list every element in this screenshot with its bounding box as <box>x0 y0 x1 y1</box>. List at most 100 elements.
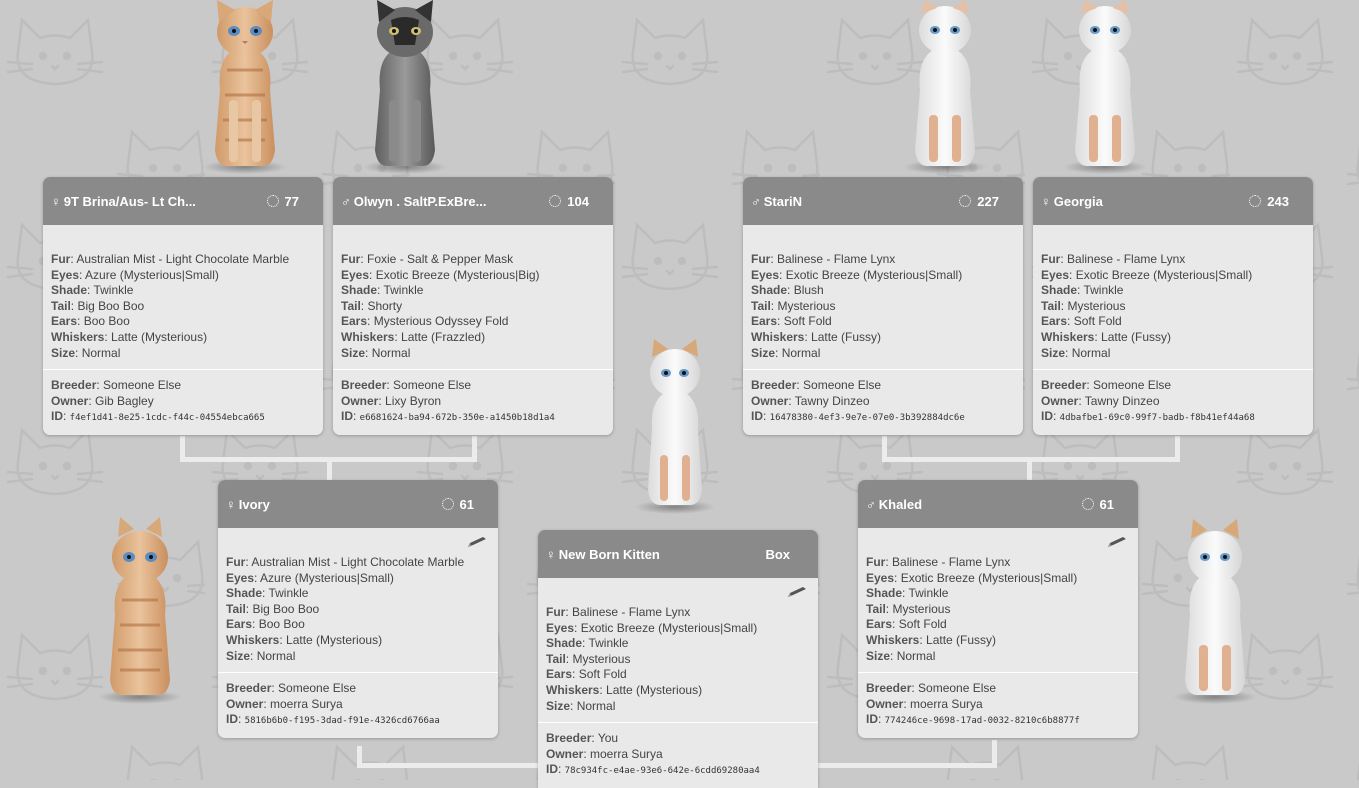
breeder-value: You <box>597 731 619 746</box>
owner-value: moerra Surya <box>270 696 343 711</box>
traits-section: Fur: Balinese - Flame Lynx Eyes: Exotic … <box>751 252 963 360</box>
pencil-icon[interactable] <box>466 536 488 548</box>
size-value: Normal <box>781 345 821 360</box>
kitten-portrait <box>635 339 715 514</box>
owner-value: Lixy Byron <box>385 393 442 408</box>
owner-value: Tawny Dinzeo <box>794 393 870 408</box>
cat-id: 78c934fc-e4ae-93e6-642e-6cdd69280aa4 <box>564 766 760 777</box>
pencil-icon[interactable] <box>1106 536 1128 548</box>
pedigree-card-grandparent[interactable]: ♂ Olwyn . SaltP.ExBre... 104 Fur: Foxie -… <box>333 177 613 435</box>
cat-portrait <box>98 517 182 704</box>
cat-level: 61 <box>459 496 474 512</box>
cat-level: 104 <box>567 193 589 209</box>
ears-value: Soft Fold <box>783 314 832 329</box>
ownership-section: Breeder: Someone Else Owner: Tawny Dinze… <box>1033 369 1313 435</box>
cat-level: 61 <box>1099 496 1114 512</box>
eyes-value: Exotic Breeze (Mysterious|Small) <box>785 267 963 282</box>
ears-value: Mysterious Odyssey Fold <box>373 314 509 329</box>
cat-name[interactable]: Ivory <box>239 497 270 512</box>
traits-section: Fur: Balinese - Flame Lynx Eyes: Exotic … <box>538 578 818 722</box>
fur-value: Balinese - Flame Lynx <box>892 555 1011 569</box>
whiskers-value: Latte (Mysterious) <box>111 329 208 344</box>
pedigree-card-grandparent[interactable]: ♂ StariN 227 Fur: Balinese - Flame Lynx E… <box>743 177 1023 435</box>
traits-section: Fur: Balinese - Flame Lynx Eyes: Exotic … <box>858 528 1138 672</box>
fur-value: Australian Mist - Light Chocolate Marble <box>251 555 465 569</box>
eyes-value: Exotic Breeze (Mysterious|Small) <box>580 620 758 635</box>
shade-value: Twinkle <box>588 636 629 651</box>
ownership-section: Breeder: Someone Else Owner: moerra Sury… <box>218 672 498 738</box>
ears-value: Boo Boo <box>83 314 130 329</box>
breeder-value: Someone Else <box>803 378 882 393</box>
cat-portrait <box>1173 519 1257 704</box>
cat-level: 243 <box>1267 193 1289 209</box>
pedigree-connector <box>1027 457 1032 481</box>
ears-value: Soft Fold <box>578 667 627 682</box>
cat-id: f4ef1d41-8e25-1cdc-f44c-04554ebca665 <box>69 413 265 424</box>
whiskers-value: Latte (Frazzled) <box>401 329 486 344</box>
owner-value: moerra Surya <box>590 746 663 761</box>
card-header: ♀ New Born Kitten Box <box>538 530 818 578</box>
ownership-section: Breeder: Someone Else Owner: Gib Bagley … <box>43 369 323 435</box>
cat-id: e6681624-ba94-672b-350e-a1450b18d1a4 <box>359 413 555 424</box>
cat-name[interactable]: Olwyn . SaltP.ExBre... <box>354 194 487 209</box>
ownership-section: Breeder: Someone Else Owner: Lixy Byron … <box>333 369 613 435</box>
card-header: ♀ Georgia 243 <box>1033 177 1313 225</box>
size-value: Normal <box>81 345 121 360</box>
male-icon: ♂ <box>341 193 351 209</box>
cat-id: 16478380-4ef3-9e7e-07e0-3b392884dc6e <box>769 413 965 424</box>
breeder-value: Someone Else <box>393 378 472 393</box>
cat-name[interactable]: StariN <box>764 194 802 209</box>
whiskers-value: Latte (Mysterious) <box>286 632 383 647</box>
owner-value: moerra Surya <box>910 696 983 711</box>
traits-section: Fur: Balinese - Flame Lynx Eyes: Exotic … <box>1041 252 1253 360</box>
pedigree-card-grandparent[interactable]: ♀ Georgia 243 Fur: Balinese - Flame Lynx … <box>1033 177 1313 435</box>
cat-portrait <box>363 0 447 174</box>
breeder-value: Someone Else <box>278 681 357 696</box>
cat-name[interactable]: New Born Kitten <box>559 547 660 562</box>
size-value: Normal <box>576 698 616 713</box>
eyes-value: Azure (Mysterious|Small) <box>85 267 219 282</box>
size-value: Normal <box>896 648 936 663</box>
card-header: ♂ StariN 227 <box>743 177 1023 225</box>
loading-spinner-icon <box>1249 195 1262 207</box>
cat-name[interactable]: 9T Brina/Aus- Lt Ch... <box>64 194 196 209</box>
pencil-icon[interactable] <box>786 586 808 598</box>
traits-section: Fur: Australian Mist - Light Chocolate M… <box>218 528 498 672</box>
cat-id: 5816b6b0-f195-3dad-f91e-4326cd6766aa <box>244 716 440 727</box>
pedigree-card-kitten[interactable]: ♀ New Born Kitten Box Fur: Balinese - Fla… <box>538 530 818 788</box>
tail-value: Shorty <box>367 298 403 313</box>
card-header: ♀ 9T Brina/Aus- Lt Ch... 77 <box>43 177 323 225</box>
cat-portrait <box>1063 0 1147 174</box>
ownership-section: Breeder: Someone Else Owner: moerra Sury… <box>858 672 1138 738</box>
pedigree-card-parent[interactable]: ♀ Ivory 61 Fur: Australian Mist - Light C… <box>218 480 498 738</box>
tail-value: Mysterious <box>777 298 836 313</box>
kitten-status: Box <box>765 546 790 562</box>
tail-value: Mysterious <box>1067 298 1126 313</box>
tail-value: Big Boo Boo <box>77 298 145 313</box>
loading-spinner-icon <box>266 195 279 207</box>
card-header: ♂ Olwyn . SaltP.ExBre... 104 <box>333 177 613 225</box>
whiskers-value: Latte (Fussy) <box>811 329 882 344</box>
fur-value: Australian Mist - Light Chocolate Marble <box>76 252 290 266</box>
cat-name[interactable]: Khaled <box>879 497 922 512</box>
loading-spinner-icon <box>549 195 562 207</box>
card-header: ♀ Ivory 61 <box>218 480 498 528</box>
cat-portrait <box>203 0 287 174</box>
fur-value: Foxie - Salt & Pepper Mask <box>367 252 514 266</box>
pedigree-card-grandparent[interactable]: ♀ 9T Brina/Aus- Lt Ch... 77 Fur: Australi… <box>43 177 323 435</box>
pedigree-connector <box>357 763 539 768</box>
whiskers-value: Latte (Fussy) <box>926 632 997 647</box>
cat-name[interactable]: Georgia <box>1054 194 1103 209</box>
card-header: ♂ Khaled 61 <box>858 480 1138 528</box>
ownership-section: Breeder: You Owner: moerra Surya ID: 78c… <box>538 722 818 788</box>
shade-value: Blush <box>793 283 824 298</box>
cat-portrait <box>903 0 987 174</box>
male-icon: ♂ <box>866 496 876 512</box>
shade-value: Twinkle <box>908 586 949 601</box>
breeder-value: Someone Else <box>103 378 182 393</box>
shade-value: Twinkle <box>93 283 134 298</box>
whiskers-value: Latte (Fussy) <box>1101 329 1172 344</box>
eyes-value: Azure (Mysterious|Small) <box>260 570 394 585</box>
breeder-value: Someone Else <box>918 681 997 696</box>
pedigree-card-parent[interactable]: ♂ Khaled 61 Fur: Balinese - Flame Lynx Ey… <box>858 480 1138 738</box>
